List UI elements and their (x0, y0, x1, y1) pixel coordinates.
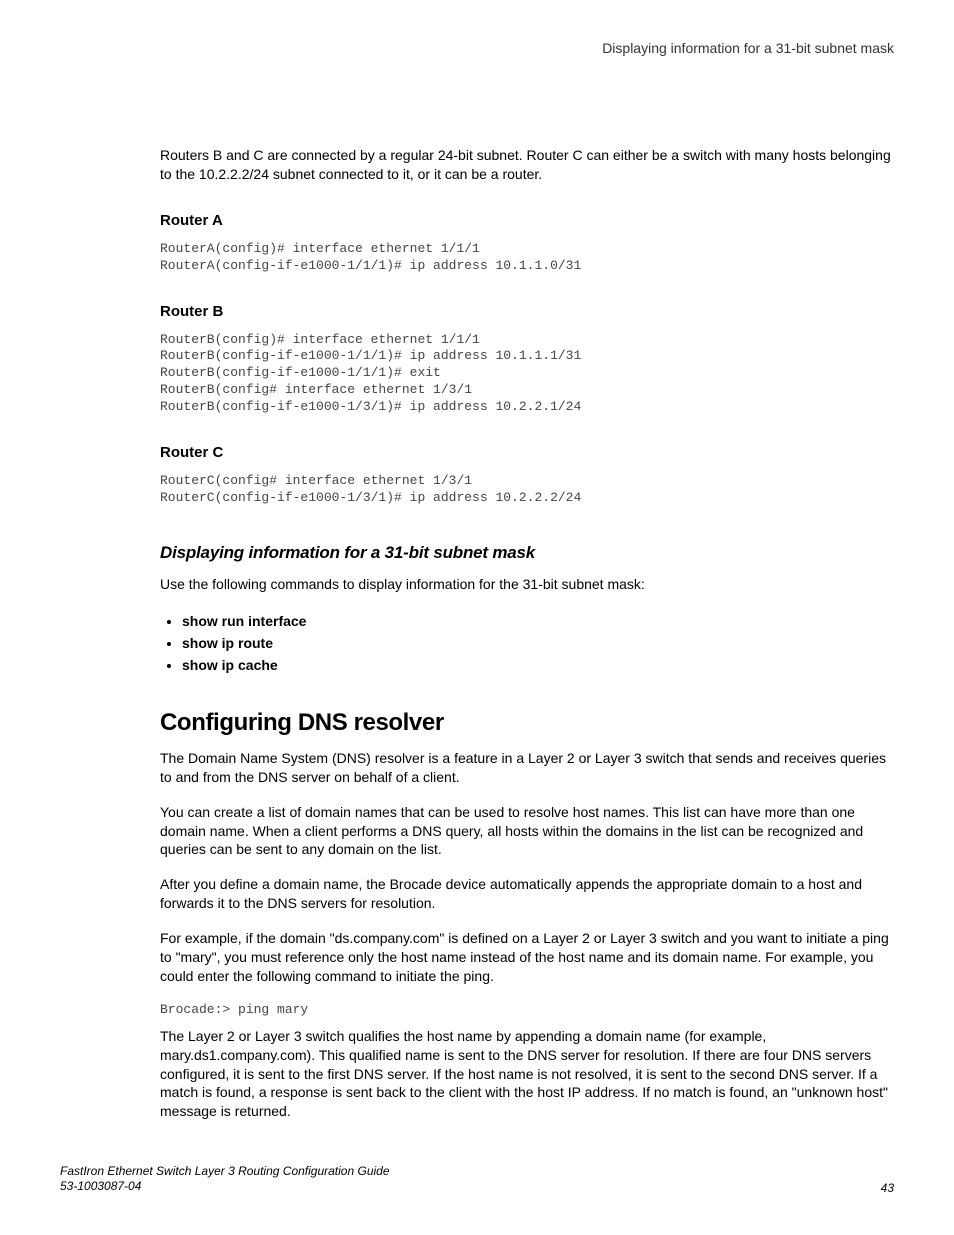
dns-section-title: Configuring DNS resolver (160, 709, 894, 737)
list-item: show ip cache (182, 654, 894, 676)
footer-book-title: FastIron Ethernet Switch Layer 3 Routing… (60, 1164, 390, 1180)
footer-doc-number: 53-1003087-04 (60, 1179, 390, 1195)
footer-left: FastIron Ethernet Switch Layer 3 Routing… (60, 1164, 390, 1195)
router-a-code: RouterA(config)# interface ethernet 1/1/… (160, 241, 894, 275)
displaying-section-title: Displaying information for a 31-bit subn… (160, 543, 894, 563)
router-c-heading: Router C (160, 444, 894, 461)
command-text: show ip route (182, 635, 273, 651)
command-text: show ip cache (182, 657, 278, 673)
page-footer: FastIron Ethernet Switch Layer 3 Routing… (60, 1164, 894, 1195)
list-item: show run interface (182, 610, 894, 632)
dns-ping-code: Brocade:> ping mary (160, 1002, 894, 1017)
router-c-code: RouterC(config# interface ethernet 1/3/1… (160, 473, 894, 507)
dns-paragraph-1: The Domain Name System (DNS) resolver is… (160, 749, 894, 787)
dns-paragraph-4: For example, if the domain "ds.company.c… (160, 929, 894, 986)
router-b-code: RouterB(config)# interface ethernet 1/1/… (160, 332, 894, 416)
router-b-heading: Router B (160, 303, 894, 320)
displaying-section-intro: Use the following commands to display in… (160, 575, 894, 594)
footer-page-number: 43 (881, 1181, 894, 1195)
list-item: show ip route (182, 632, 894, 654)
dns-paragraph-3: After you define a domain name, the Broc… (160, 875, 894, 913)
dns-paragraph-2: You can create a list of domain names th… (160, 803, 894, 860)
command-text: show run interface (182, 613, 306, 629)
running-header: Displaying information for a 31-bit subn… (60, 40, 894, 56)
dns-paragraph-5: The Layer 2 or Layer 3 switch qualifies … (160, 1027, 894, 1121)
command-bullet-list: show run interface show ip route show ip… (160, 610, 894, 677)
intro-paragraph: Routers B and C are connected by a regul… (160, 146, 894, 184)
router-a-heading: Router A (160, 212, 894, 229)
